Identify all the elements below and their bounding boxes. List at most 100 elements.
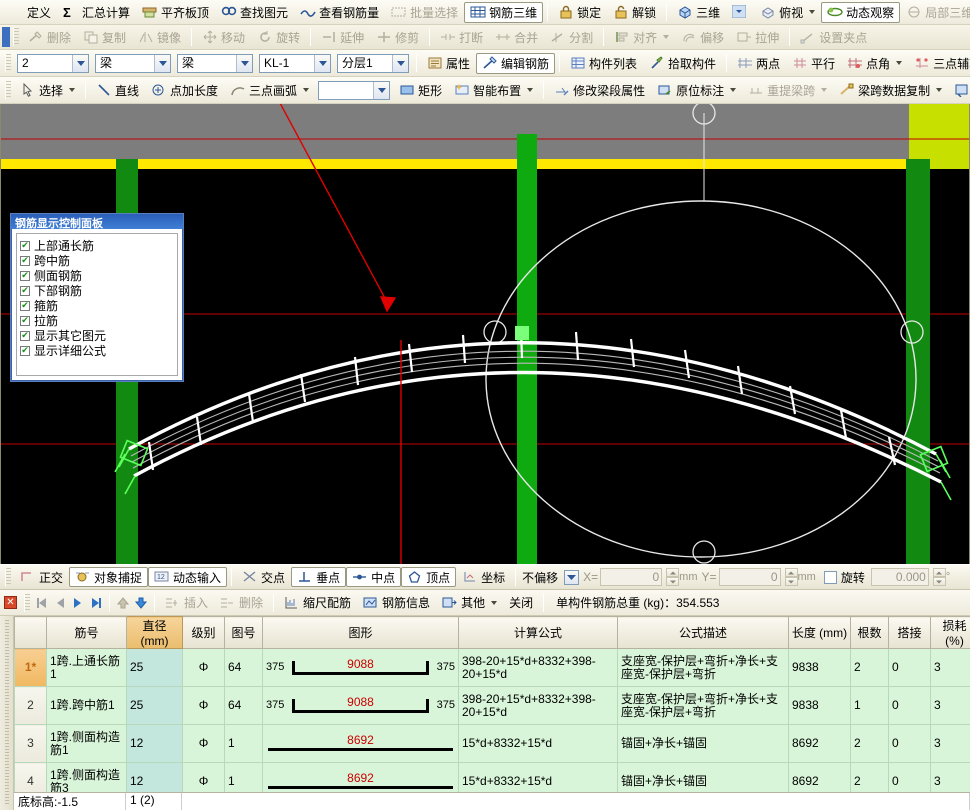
toolbar-item-delete[interactable]: 删除 xyxy=(22,27,77,48)
snap-item-object-snap[interactable]: 对象捕捉 xyxy=(69,567,149,587)
cell-diameter[interactable]: 25 xyxy=(126,686,183,725)
toolbar-item-top-view[interactable]: 俯视 xyxy=(754,2,821,23)
cell-lap[interactable]: 0 xyxy=(888,724,931,763)
toolbar-item-edit-beam-segment[interactable]: 修改梁段属性 xyxy=(548,80,651,101)
last-record-button[interactable] xyxy=(87,594,105,612)
col-header-figure-no[interactable]: 图号 xyxy=(224,616,263,649)
toolbar-item-stretch[interactable]: 拉伸 xyxy=(730,27,785,48)
checkbox-icon[interactable] xyxy=(20,285,30,296)
toolbar-item-break[interactable]: 打断 xyxy=(434,27,489,48)
snap-item-ortho[interactable]: 正交 xyxy=(14,567,69,587)
row-index[interactable]: 2 xyxy=(14,686,47,725)
toolbar-item-in-situ-annotation[interactable]: 原位标注 xyxy=(651,80,742,101)
snap-item-dynamic-input[interactable]: 12 动态输入 xyxy=(148,567,228,587)
cell-lap[interactable]: 0 xyxy=(888,686,931,725)
toolbar-item-3d-view[interactable]: 三维 xyxy=(671,2,726,23)
type-select[interactable]: 梁 xyxy=(177,53,253,73)
col-header-loss[interactable]: 损耗 (%) xyxy=(930,616,970,649)
x-input[interactable]: 0 xyxy=(600,568,663,586)
toolbar-item-unlock[interactable]: 解锁 xyxy=(607,2,662,23)
cell-shape[interactable]: 8692 xyxy=(262,724,459,763)
toolbar-item-re-extract-span[interactable]: 重提梁跨 xyxy=(742,80,833,101)
rebar-table[interactable]: 筋号 直径 (mm) 级别 图号 图形 计算公式 公式描述 长度 (mm) 根数… xyxy=(14,616,970,810)
cell-formula[interactable]: 15*d+8332+15*d xyxy=(458,724,618,763)
cell-length[interactable]: 9838 xyxy=(788,686,851,725)
toolbar-grip[interactable] xyxy=(5,54,11,72)
row-index[interactable]: 1* xyxy=(14,648,47,687)
col-header-formula[interactable]: 计算公式 xyxy=(458,616,618,649)
rebar-display-control-panel[interactable]: 钢筋显示控制面板 上部通长筋 跨中筋 侧面钢筋 下部钢筋 xyxy=(10,213,184,382)
toolbar-item-define[interactable]: 定义 xyxy=(2,2,57,23)
cell-count[interactable]: 1 xyxy=(850,686,889,725)
col-header-length[interactable]: 长度 (mm) xyxy=(788,616,851,649)
grid-button-other[interactable]: 其他 xyxy=(436,592,503,613)
row-index[interactable]: 3 xyxy=(14,724,47,763)
panel-option-tie-bar[interactable]: 拉筋 xyxy=(20,313,174,328)
toolbar-item-lock[interactable]: 锁定 xyxy=(552,2,607,23)
cell-rebar-name[interactable]: 1跨.跨中筋1 xyxy=(46,686,127,725)
toolbar-item-three-point-arc[interactable]: 三点画弧 xyxy=(224,80,315,101)
chevron-down-icon[interactable] xyxy=(373,81,390,99)
prev-record-button[interactable] xyxy=(51,594,69,612)
cell-lap[interactable]: 0 xyxy=(888,648,931,687)
toolbar-item-rotate[interactable]: 旋转 xyxy=(251,27,306,48)
panel-option-show-detail-formula[interactable]: 显示详细公式 xyxy=(20,343,174,358)
toolbar-item-split[interactable]: 分割 xyxy=(544,27,599,48)
cell-loss[interactable]: 3 xyxy=(930,724,970,763)
toolbar-item-pick-component[interactable]: 拾取构件 xyxy=(643,53,722,74)
panel-option-midspan[interactable]: 跨中筋 xyxy=(20,253,174,268)
move-up-button[interactable] xyxy=(114,594,132,612)
toolbar-grip[interactable] xyxy=(5,81,11,99)
chevron-down-icon[interactable] xyxy=(236,54,252,72)
toolbar-item-merge[interactable]: 合并 xyxy=(489,27,544,48)
chevron-down-icon[interactable] xyxy=(392,54,408,72)
cell-count[interactable]: 2 xyxy=(850,648,889,687)
toolbar-item-find-element[interactable]: 查找图元 xyxy=(215,2,294,23)
toolbar-item-summary-calc[interactable]: Σ 汇总计算 xyxy=(57,2,136,23)
col-header-rebar-name[interactable]: 筋号 xyxy=(46,616,127,649)
toolbar-item-point-angle[interactable]: 点角 xyxy=(841,53,908,74)
toolbar-item-point-plus-length[interactable]: 点加长度 xyxy=(145,80,224,101)
chevron-down-icon[interactable] xyxy=(72,54,88,72)
panel-option-show-other-elements[interactable]: 显示其它图元 xyxy=(20,328,174,343)
toolbar-item-move[interactable]: 移动 xyxy=(196,27,251,48)
panel-option-top-continuous[interactable]: 上部通长筋 xyxy=(20,238,174,253)
col-header-count[interactable]: 根数 xyxy=(850,616,889,649)
col-header-shape[interactable]: 图形 xyxy=(262,616,459,649)
cell-count[interactable]: 2 xyxy=(850,724,889,763)
toolbar-item-view-rebar-qty[interactable]: 查看钢筋量 xyxy=(294,2,385,23)
grid-button-insert[interactable]: 插入 xyxy=(159,592,214,613)
grid-button-close[interactable]: 关闭 xyxy=(503,592,539,613)
cell-length[interactable]: 9838 xyxy=(788,648,851,687)
toolbar-grip[interactable] xyxy=(5,568,11,586)
y-stepper[interactable] xyxy=(784,568,798,586)
cell-formula[interactable]: 398-20+15*d+8332+398-20+15*d xyxy=(458,686,618,725)
rotate-stepper[interactable] xyxy=(932,568,946,586)
checkbox-icon[interactable] xyxy=(20,345,30,356)
table-footer-row[interactable]: 底标高:-1.5 1 (2) xyxy=(14,792,970,810)
grid-button-rebar-info[interactable]: 钢筋信息 xyxy=(357,592,436,613)
first-record-button[interactable] xyxy=(33,594,51,612)
cell-loss[interactable]: 3 xyxy=(930,648,970,687)
toolbar-item-align[interactable]: 对齐 xyxy=(608,27,675,48)
layer-select[interactable]: 分层1 xyxy=(337,53,409,73)
cell-figure-no[interactable]: 64 xyxy=(224,686,263,725)
toolbar-item-line[interactable]: 直线 xyxy=(90,80,145,101)
grid-button-scaled-rebar[interactable]: 缩尺配筋 xyxy=(278,592,357,613)
x-stepper[interactable] xyxy=(666,568,680,586)
toolbar-item-copy[interactable]: 复制 xyxy=(77,27,132,48)
draw-mode-select[interactable] xyxy=(318,80,391,100)
toolbar-item-local-3d[interactable]: 局部三维 xyxy=(900,2,970,23)
cell-length[interactable]: 8692 xyxy=(788,724,851,763)
toolbar-item-span-data-copy[interactable]: 梁跨数据复制 xyxy=(833,80,948,101)
rebar-table-container[interactable]: 筋号 直径 (mm) 级别 图号 图形 计算公式 公式描述 长度 (mm) 根数… xyxy=(0,616,970,810)
panel-option-bottom-rebar[interactable]: 下部钢筋 xyxy=(20,283,174,298)
toolbar-item-two-point[interactable]: 两点 xyxy=(731,53,786,74)
cell-grade[interactable]: Φ xyxy=(182,724,225,763)
close-icon[interactable]: ✕ xyxy=(4,596,17,609)
cell-figure-no[interactable]: 64 xyxy=(224,648,263,687)
cell-figure-no[interactable]: 1 xyxy=(224,724,263,763)
toolbar-grip[interactable] xyxy=(13,28,19,46)
chevron-down-icon[interactable] xyxy=(314,54,330,72)
snap-item-midpoint[interactable]: 中点 xyxy=(346,567,402,587)
